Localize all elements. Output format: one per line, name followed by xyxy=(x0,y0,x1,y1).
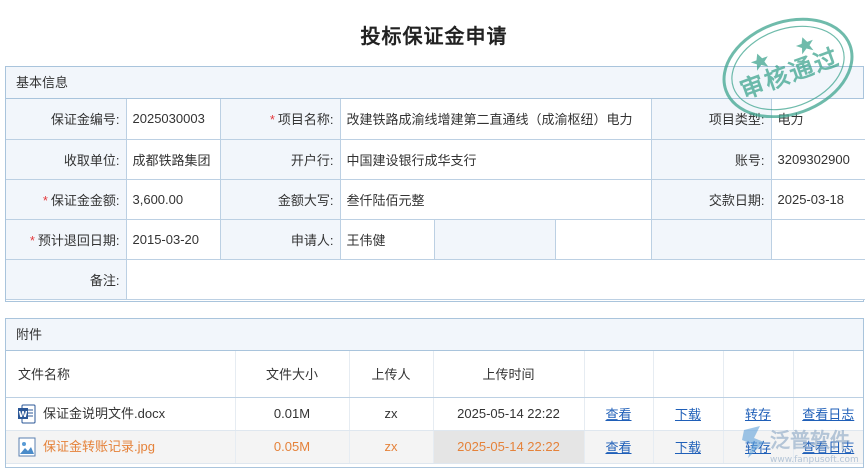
field-label: 项目类型: xyxy=(708,112,765,128)
project-type-label: 项目类型: xyxy=(650,99,772,140)
deposit-no-value: 2025030003 xyxy=(125,99,221,140)
column-header-file-size: 文件大小 xyxy=(235,351,350,398)
amount-upper-label: 金额大写: xyxy=(219,179,341,220)
field-label: 申请人: xyxy=(290,232,334,248)
receiver-value: 成都铁路集团 xyxy=(125,139,221,180)
attachments-table: 文件名称 文件大小 上传人 上传时间 W 保证金说明文件.docx 0.01M … xyxy=(6,351,863,464)
file-size: 0.05M xyxy=(235,430,350,464)
column-header-blank xyxy=(723,351,794,398)
refund-date-value: 2015-03-20 xyxy=(125,219,221,260)
field-label: 账号: xyxy=(734,152,765,168)
pay-date-value: 2025-03-18 xyxy=(770,179,865,220)
project-name-value: 改建铁路成渝线增建第二直通线（成渝枢纽）电力 xyxy=(339,99,652,140)
project-type-value: 电力 xyxy=(770,99,865,140)
applicant-value: 王伟健 xyxy=(339,219,435,260)
empty-label-cell xyxy=(433,219,556,260)
pay-date-label: 交款日期: xyxy=(650,179,772,220)
field-label: 金额大写: xyxy=(277,192,334,208)
page-title: 投标保证金申请 xyxy=(360,26,508,48)
view-log-link[interactable]: 查看日志 xyxy=(802,440,854,455)
column-header-file-name: 文件名称 xyxy=(6,351,236,398)
remark-value xyxy=(125,259,865,300)
field-label: 预计退回日期: xyxy=(37,232,120,248)
attachments-section: 附件 文件名称 文件大小 上传人 上传时间 W 保证金说明文件.docx 0.0… xyxy=(5,318,864,468)
file-name: 保证金说明文件.docx xyxy=(43,405,166,421)
applicant-label: 申请人: xyxy=(219,219,341,260)
download-cell: 下载 xyxy=(653,397,724,431)
amount-label: * 保证金金额: xyxy=(6,179,127,220)
attachments-header: 附件 xyxy=(6,319,863,351)
project-name-label: * 项目名称: xyxy=(219,99,341,140)
view-cell: 查看 xyxy=(584,397,654,431)
image-file-icon xyxy=(18,437,36,457)
account-label: 账号: xyxy=(650,139,772,180)
basic-info-table: 保证金编号: 2025030003 * 项目名称: 改建铁路成渝线增建第二直通线（… xyxy=(6,99,865,300)
view-log-link[interactable]: 查看日志 xyxy=(802,407,854,422)
column-header-uploader: 上传人 xyxy=(349,351,434,398)
svg-text:W: W xyxy=(19,410,28,419)
account-value: 3209302900 xyxy=(770,139,865,180)
basic-info-section: 基本信息 保证金编号: 2025030003 * 项目名称: 改建铁路成渝线增建第… xyxy=(5,66,865,302)
table-row: W 保证金说明文件.docx 0.01M zx 2025-05-14 22:22… xyxy=(6,397,863,431)
download-link[interactable]: 下载 xyxy=(675,440,701,455)
field-label: 开户行: xyxy=(290,152,334,168)
empty-value-cell xyxy=(770,219,865,260)
word-doc-icon: W xyxy=(18,404,36,424)
required-mark: * xyxy=(29,232,35,248)
field-label: 项目名称: xyxy=(277,112,334,128)
bank-label: 开户行: xyxy=(219,139,341,180)
transfer-link[interactable]: 转存 xyxy=(745,440,771,455)
file-name: 保证金转账记录.jpg xyxy=(43,438,155,454)
column-header-blank xyxy=(793,351,863,398)
view-cell: 查看 xyxy=(584,430,654,464)
column-header-upload-time: 上传时间 xyxy=(433,351,585,398)
download-link[interactable]: 下载 xyxy=(675,407,701,422)
upload-time: 2025-05-14 22:22 xyxy=(433,430,585,464)
attachments-header-row: 文件名称 文件大小 上传人 上传时间 xyxy=(6,351,863,398)
required-mark: * xyxy=(269,112,275,128)
deposit-no-label: 保证金编号: xyxy=(6,99,127,140)
file-name-cell: W 保证金说明文件.docx xyxy=(6,397,236,431)
transfer-cell: 转存 xyxy=(723,430,794,464)
receiver-label: 收取单位: xyxy=(6,139,127,180)
amount-upper-value: 叁仟陆佰元整 xyxy=(339,179,652,220)
column-header-blank xyxy=(584,351,654,398)
transfer-link[interactable]: 转存 xyxy=(745,407,771,422)
empty-label-cell xyxy=(650,219,772,260)
remark-label: 备注: xyxy=(6,259,127,300)
download-cell: 下载 xyxy=(653,430,724,464)
basic-info-header: 基本信息 xyxy=(6,67,863,99)
log-cell: 查看日志 xyxy=(793,430,863,464)
field-label: 交款日期: xyxy=(708,192,765,208)
uploader: zx xyxy=(349,397,434,431)
file-size: 0.01M xyxy=(235,397,350,431)
upload-time: 2025-05-14 22:22 xyxy=(433,397,585,431)
field-label: 保证金金额: xyxy=(50,192,120,208)
amount-value: 3,600.00 xyxy=(125,179,221,220)
uploader: zx xyxy=(349,430,434,464)
refund-date-label: * 预计退回日期: xyxy=(6,219,127,260)
view-link[interactable]: 查看 xyxy=(605,407,631,422)
field-label: 收取单位: xyxy=(63,152,120,168)
field-label: 备注: xyxy=(89,272,120,288)
required-mark: * xyxy=(42,192,48,208)
bank-value: 中国建设银行成华支行 xyxy=(339,139,652,180)
table-row: 保证金转账记录.jpg 0.05M zx 2025-05-14 22:22 查看… xyxy=(6,430,863,464)
file-name-cell: 保证金转账记录.jpg xyxy=(6,430,236,464)
log-cell: 查看日志 xyxy=(793,397,863,431)
field-label: 保证金编号: xyxy=(50,112,120,128)
empty-value-cell xyxy=(554,219,652,260)
view-link[interactable]: 查看 xyxy=(605,440,631,455)
transfer-cell: 转存 xyxy=(723,397,794,431)
column-header-blank xyxy=(653,351,724,398)
